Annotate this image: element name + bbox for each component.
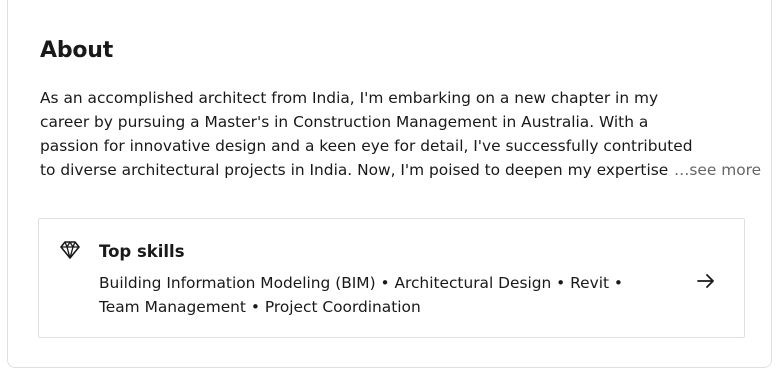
arrow-right-icon[interactable]: [694, 269, 718, 293]
skills-line: Team Management • Project Coordination: [99, 298, 421, 316]
about-summary: As an accomplished architect from India,…: [40, 86, 752, 182]
about-line: passion for innovative design and a keen…: [40, 137, 693, 155]
about-line: As an accomplished architect from India,…: [40, 89, 659, 107]
about-line: career by pursuing a Master's in Constru…: [40, 113, 649, 131]
top-skills-card[interactable]: Top skills Building Information Modeling…: [38, 218, 745, 338]
skills-line: Building Information Modeling (BIM) • Ar…: [99, 274, 624, 292]
about-section: About As an accomplished architect from …: [7, 0, 772, 368]
see-more-button[interactable]: …see more: [668, 158, 762, 182]
top-skills-title: Top skills: [99, 242, 185, 261]
gem-icon: [60, 241, 80, 259]
section-title: About: [40, 38, 114, 63]
about-line: to diverse architectural projects in Ind…: [40, 161, 669, 179]
top-skills-list: Building Information Modeling (BIM) • Ar…: [99, 271, 669, 319]
